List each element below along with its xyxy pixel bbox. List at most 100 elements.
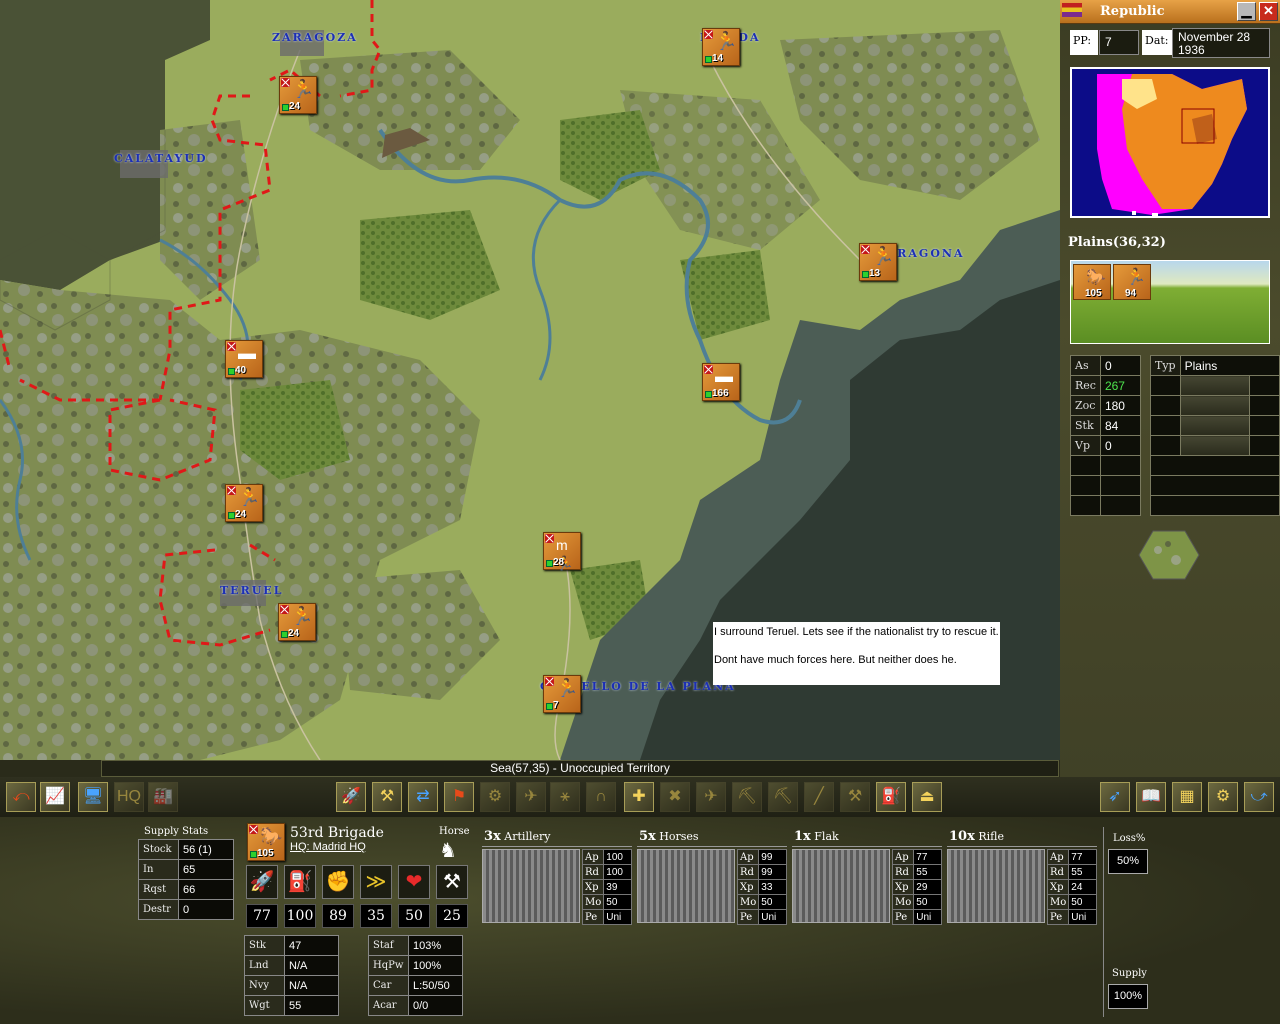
- demolish-button[interactable]: ⛏: [768, 782, 798, 812]
- rifle-photo: [947, 849, 1045, 923]
- flak-photo: [792, 849, 890, 923]
- element-name: Artillery: [504, 830, 551, 843]
- element-artillery[interactable]: 3x Artillery Ap 100 Rd 100 Xp 39 Mo 50 Pe Uni: [482, 829, 632, 925]
- options-button[interactable]: ⚙: [1208, 782, 1238, 812]
- stat-label: Stk: [1070, 415, 1101, 436]
- supply-label: Destr: [138, 899, 179, 920]
- stat-label: Rec: [1070, 375, 1101, 396]
- mine-button[interactable]: ⚙: [480, 782, 510, 812]
- element-header: 1x Flak: [792, 829, 942, 847]
- typ-value: Plains: [1179, 355, 1280, 376]
- faction-flag-icon: [249, 825, 258, 834]
- element-count: 5x: [639, 829, 656, 844]
- artillery-photo: [482, 849, 580, 923]
- misc-label: Nvy: [244, 975, 285, 996]
- map-note: I surround Teruel. Lets see if the natio…: [713, 622, 1000, 685]
- bridge-button[interactable]: ⛏: [732, 782, 762, 812]
- cancel-supply-button[interactable]: ⛽: [876, 782, 906, 812]
- unit-counter-mountain[interactable]: m🏃 28: [543, 532, 581, 571]
- manual-button[interactable]: 📖: [1136, 782, 1166, 812]
- selected-unit-counter[interactable]: 🐎 105: [247, 823, 285, 861]
- faction-flag-icon: [545, 534, 554, 543]
- map-overview-button[interactable]: ▦: [1172, 782, 1202, 812]
- unit-strength: 40: [226, 365, 262, 377]
- close-button[interactable]: ✕: [1259, 2, 1278, 21]
- faction-flag-icon: [861, 245, 870, 254]
- tank-icon: ▬: [715, 366, 733, 386]
- hex-unit-infantry[interactable]: 🏃 94: [1113, 264, 1151, 300]
- misc-value: 55: [284, 995, 339, 1016]
- unit-counter-zaragoza[interactable]: 🏃 24: [279, 76, 317, 114]
- faction-flag-icon: [280, 605, 289, 614]
- unit-hq-link[interactable]: HQ: Madrid HQ: [290, 841, 366, 853]
- element-flak[interactable]: 1x Flak Ap 77 Rd 55 Xp 29 Mo 50 Pe Uni: [792, 829, 942, 925]
- misc-value: 103%: [408, 935, 463, 956]
- stat-label: Zoc: [1070, 395, 1101, 416]
- city-label-teruel: TERUEL: [220, 584, 284, 597]
- faction-flag-icon: [704, 30, 713, 39]
- undo-button[interactable]: ⤺: [6, 782, 36, 812]
- ammo-icon: 🚀: [246, 865, 278, 899]
- stat-label: Vp: [1070, 435, 1101, 456]
- supply-value: 65: [178, 859, 234, 880]
- misc-label: Staf: [368, 935, 409, 956]
- unit-counter-teruel[interactable]: 🏃 24: [278, 603, 316, 641]
- strategic-map[interactable]: ZARAGOZA LERIDA CALATAYUD TARRAGONA TERU…: [0, 0, 1060, 760]
- rail-build-button[interactable]: ⚒: [840, 782, 870, 812]
- hex-unit-cavalry[interactable]: 🐎 105: [1073, 264, 1111, 300]
- new-unit-button[interactable]: ✚: [624, 782, 654, 812]
- unit-counter-castello[interactable]: 🏃 7: [534, 670, 590, 716]
- hq-button[interactable]: HQ: [114, 782, 144, 812]
- date-label: Dat:: [1142, 30, 1172, 55]
- magnet-button[interactable]: ∩: [586, 782, 616, 812]
- horse-icon: ♞: [439, 840, 457, 862]
- morale-icon: ✊: [322, 865, 354, 899]
- terrain-type-table: Typ Plains: [1150, 355, 1280, 516]
- artillery-button[interactable]: ⚹: [550, 782, 580, 812]
- infantry-icon: 🏃: [556, 678, 579, 698]
- air-strike-button[interactable]: ✈: [696, 782, 726, 812]
- attack-button[interactable]: 🚀: [336, 782, 366, 812]
- misc-label: Car: [368, 975, 409, 996]
- production-button[interactable]: 🏭: [148, 782, 178, 812]
- element-horses[interactable]: 5x Horses Ap 99 Rd 99 Xp 33 Mo 50 Pe Uni: [637, 829, 787, 925]
- supply-value: 56 (1): [178, 839, 234, 860]
- rail-transfer-button[interactable]: ⇄: [408, 782, 438, 812]
- unit-counter-lerida[interactable]: 🏃 14: [693, 23, 749, 69]
- unit-strength: 7: [544, 700, 580, 712]
- supply-stats-table: Stock 56 (1) In 65 Rqst 66 Destr 0: [138, 839, 234, 920]
- minimize-button[interactable]: ▁: [1237, 2, 1256, 21]
- unit-strength: 13: [860, 268, 896, 280]
- misc-label: Stk: [244, 935, 285, 956]
- next-turn-button[interactable]: ⤻: [1244, 782, 1274, 812]
- rifle-button[interactable]: ╱: [804, 782, 834, 812]
- unit-counter-mid-infantry[interactable]: 🏃 24: [225, 484, 263, 522]
- disband-button[interactable]: ✖: [660, 782, 690, 812]
- statistics-button[interactable]: 📈: [40, 782, 70, 812]
- cursor-button[interactable]: ➶: [1100, 782, 1130, 812]
- unit-strength: 166: [703, 388, 739, 400]
- supply-stats-title: Supply Stats: [144, 826, 209, 837]
- element-rifle[interactable]: 10x Rifle Ap 77 Rd 55 Xp 24 Mo 50 Pe Uni: [947, 829, 1097, 925]
- computer-button[interactable]: 🖥: [78, 782, 108, 812]
- minimap[interactable]: [1070, 67, 1270, 218]
- terrain-picture: 🐎 105 🏃 94: [1070, 260, 1270, 344]
- end-turn-button[interactable]: ⏏: [912, 782, 942, 812]
- command-toolbar: ⤺ 📈 🖥 HQ 🏭 🚀 ⚒ ⇄ ⚑ ⚙ ✈ ⚹ ∩ ✚ ✖ ✈ ⛏ ⛏ ╱ ⚒…: [0, 777, 1280, 817]
- element-stats: Ap 77 Rd 55 Xp 24 Mo 50 Pe Uni: [1046, 849, 1097, 925]
- faction-flag-icon: [227, 486, 236, 495]
- supply-hammer-button[interactable]: ⚒: [372, 782, 402, 812]
- airborne-button[interactable]: ✈: [516, 782, 546, 812]
- misc-value: N/A: [284, 975, 339, 996]
- unit-counter-coast-armor[interactable]: ▬ 166: [702, 363, 740, 401]
- infantry-icon: 🏃: [1126, 269, 1146, 286]
- element-header: 5x Horses: [637, 829, 787, 847]
- unit-counter-west-armor[interactable]: ▬ 40: [225, 340, 263, 378]
- unit-strength: 28: [544, 557, 580, 569]
- unit-misc-table-right: Staf 103% HqPw 100% Car L:50/50 Acar 0/0: [368, 935, 463, 1016]
- element-stats: Ap 77 Rd 55 Xp 29 Mo 50 Pe Uni: [891, 849, 942, 925]
- hq-flag-button[interactable]: ⚑: [444, 782, 474, 812]
- supply-label: Stock: [138, 839, 179, 860]
- unit-counter-tarragona[interactable]: 🏃 13: [850, 238, 906, 284]
- element-name: Flak: [814, 830, 839, 843]
